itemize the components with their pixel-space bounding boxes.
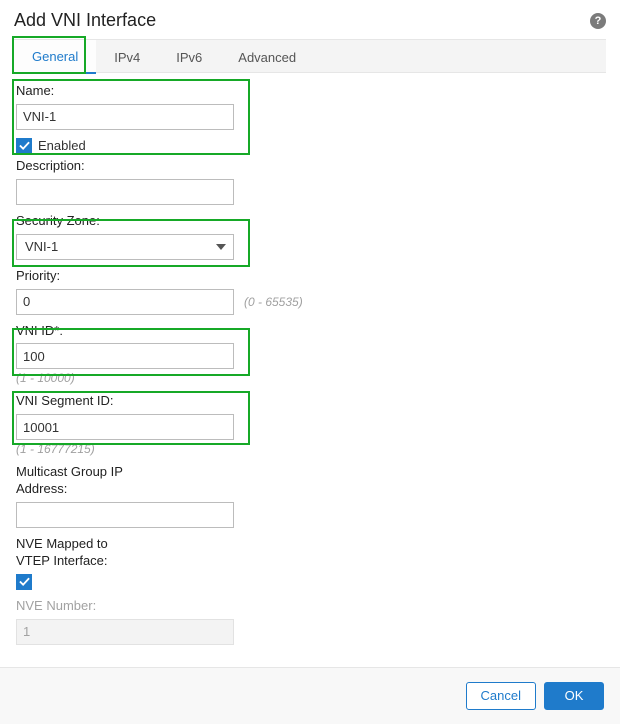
nve-number-label: NVE Number: (16, 598, 606, 615)
description-label: Description: (16, 158, 606, 175)
tab-ipv4[interactable]: IPv4 (96, 40, 158, 74)
name-input[interactable] (16, 104, 234, 130)
enabled-label: Enabled (38, 138, 86, 153)
dialog-footer: Cancel OK (0, 667, 620, 724)
security-zone-label: Security Zone: (16, 213, 606, 230)
nve-mapped-checkbox[interactable] (16, 574, 32, 590)
help-icon[interactable]: ? (590, 13, 606, 29)
priority-hint: (0 - 65535) (244, 295, 303, 309)
vni-segment-id-hint: (1 - 16777215) (16, 442, 606, 456)
cancel-button[interactable]: Cancel (466, 682, 536, 710)
multicast-ip-label: Multicast Group IP Address: (16, 464, 606, 498)
enabled-checkbox[interactable] (16, 138, 32, 154)
name-label: Name: (16, 83, 606, 100)
tab-bar: General IPv4 IPv6 Advanced (14, 39, 606, 73)
vni-segment-id-label: VNI Segment ID: (16, 393, 606, 410)
priority-label: Priority: (16, 268, 606, 285)
ok-button[interactable]: OK (544, 682, 604, 710)
check-icon (19, 576, 30, 587)
security-zone-value: VNI-1 (16, 234, 234, 260)
tab-general[interactable]: General (14, 40, 96, 74)
description-input[interactable] (16, 179, 234, 205)
vni-id-label: VNI ID*: (16, 323, 606, 340)
tab-advanced[interactable]: Advanced (220, 40, 314, 74)
multicast-ip-input[interactable] (16, 502, 234, 528)
vni-id-input[interactable] (16, 343, 234, 369)
security-zone-select[interactable]: VNI-1 (16, 234, 234, 260)
vni-segment-id-input[interactable] (16, 414, 234, 440)
tab-ipv6[interactable]: IPv6 (158, 40, 220, 74)
nve-number-input (16, 619, 234, 645)
form-general: Name: Enabled Description: Security Zone… (14, 73, 606, 661)
nve-mapped-label: NVE Mapped to VTEP Interface: (16, 536, 606, 570)
priority-input[interactable] (16, 289, 234, 315)
check-icon (19, 140, 30, 151)
vni-id-hint: (1 - 10000) (16, 371, 606, 385)
dialog-title: Add VNI Interface (14, 10, 156, 31)
